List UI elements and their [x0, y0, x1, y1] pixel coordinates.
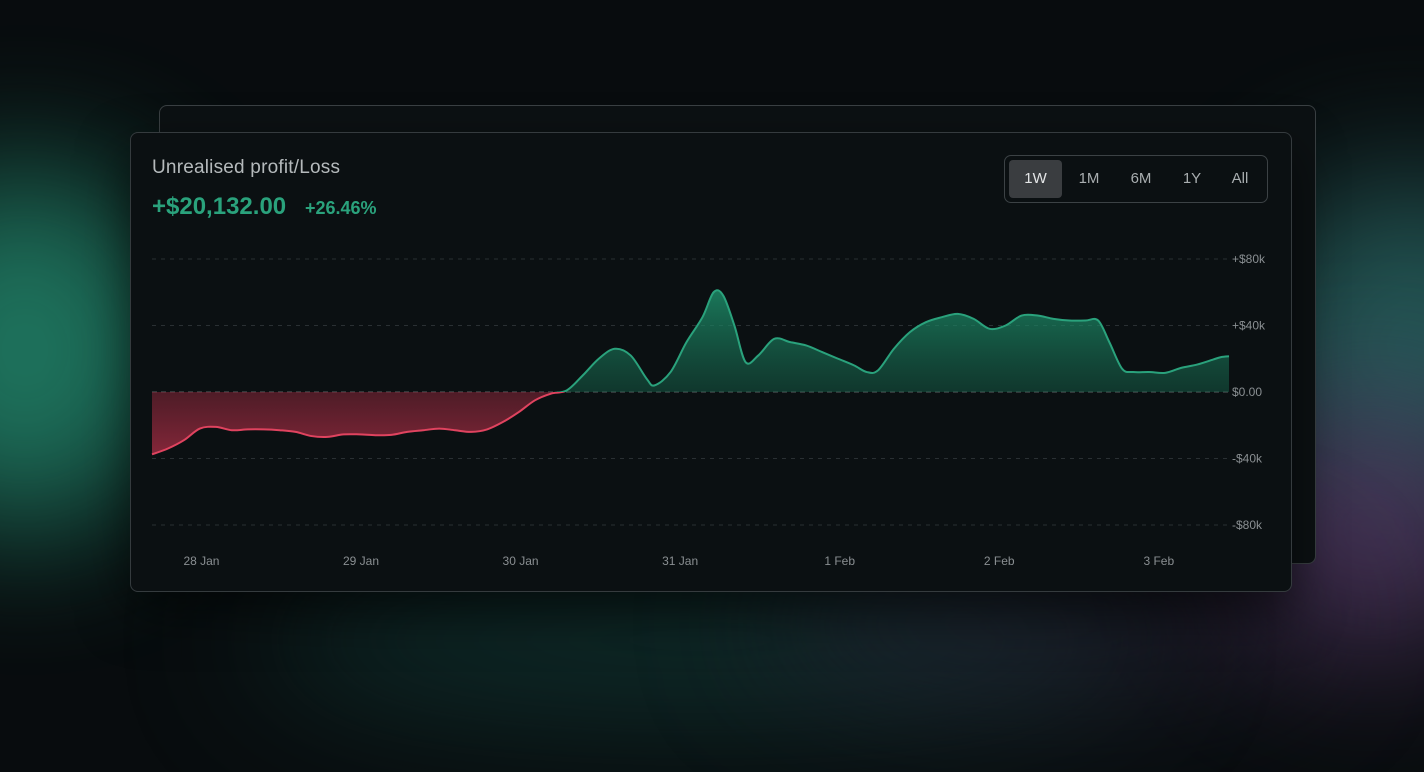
x-tick-label: 2 Feb — [984, 554, 1015, 568]
y-tick-label: +$40k — [1232, 319, 1266, 333]
x-tick-label: 30 Jan — [503, 554, 539, 568]
pnl-card: Unrealised profit/Loss +$20,132.00 +26.4… — [130, 132, 1292, 592]
x-tick-label: 3 Feb — [1143, 554, 1174, 568]
y-tick-label: $0.00 — [1232, 385, 1262, 399]
x-tick-label: 29 Jan — [343, 554, 379, 568]
x-tick-label: 31 Jan — [662, 554, 698, 568]
y-tick-label: -$40k — [1232, 452, 1263, 466]
y-tick-label: -$80k — [1232, 518, 1263, 532]
x-tick-label: 28 Jan — [183, 554, 219, 568]
y-tick-label: +$80k — [1232, 252, 1266, 266]
pnl-area-chart: +$80k +$40k $0.00 -$40k -$80k 28 Jan 29 Jan 30 … — [151, 252, 1266, 568]
x-tick-label: 1 Feb — [824, 554, 855, 568]
stage: Unrealised profit/Loss +$20,132.00 +26.4… — [0, 0, 1424, 772]
